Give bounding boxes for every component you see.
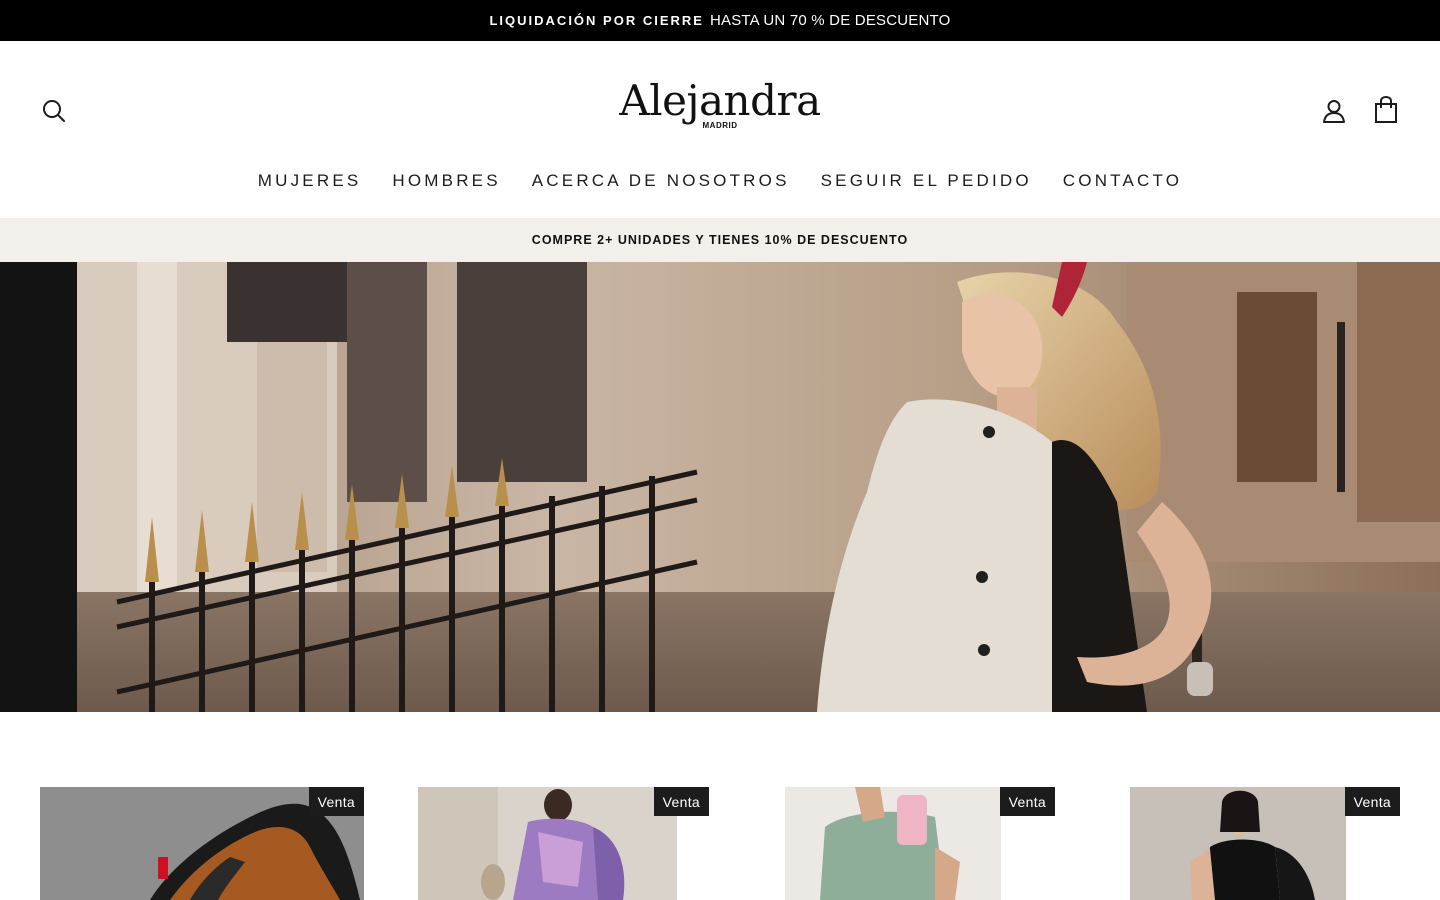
- cart-icon[interactable]: [1373, 95, 1399, 124]
- site-logo[interactable]: Alejandra MADRID: [600, 75, 840, 145]
- nav-item-mujeres[interactable]: MUJERES: [258, 167, 362, 195]
- announcement-bold-text: LIQUIDACIÓN POR CIERRE: [489, 13, 704, 28]
- product-grid: Venta Venta Venta Venta: [0, 787, 1440, 900]
- nav-item-seguir-el-pedido[interactable]: SEGUIR EL PEDIDO: [821, 167, 1032, 195]
- product-card[interactable]: Venta: [785, 787, 1055, 900]
- product-card[interactable]: Venta: [1130, 787, 1400, 900]
- sale-badge: Venta: [653, 787, 709, 816]
- nav-item-hombres[interactable]: HOMBRES: [392, 167, 500, 195]
- product-image-dress-black: [1130, 787, 1346, 900]
- sale-badge: Venta: [1344, 787, 1400, 816]
- announcement-text: HASTA UN 70 % DE DESCUENTO: [709, 12, 951, 29]
- product-card[interactable]: Venta: [40, 787, 364, 900]
- hero-banner[interactable]: [0, 262, 1440, 712]
- product-card[interactable]: Venta: [418, 787, 710, 900]
- product-image-dress-green: [785, 787, 1001, 900]
- site-header: Alejandra MADRID MUJERES HOMBRES ACERCA …: [0, 41, 1440, 218]
- sale-badge: Venta: [308, 787, 364, 816]
- product-image-dress-purple: [418, 787, 677, 900]
- search-icon[interactable]: [41, 98, 67, 124]
- logo-wordmark: Alejandra: [619, 76, 821, 125]
- hero-image: [77, 262, 1440, 712]
- nav-item-contacto[interactable]: CONTACTO: [1063, 167, 1182, 195]
- announcement-bar: LIQUIDACIÓN POR CIERRE HASTA UN 70 % DE …: [0, 0, 1440, 41]
- nav-item-acerca-de-nosotros[interactable]: ACERCA DE NOSOTROS: [532, 167, 790, 195]
- account-icon[interactable]: [1321, 98, 1347, 124]
- promo-banner: COMPRE 2+ UNIDADES Y TIENES 10% DE DESCU…: [0, 218, 1440, 262]
- promo-text: COMPRE 2+ UNIDADES Y TIENES 10% DE DESCU…: [531, 233, 909, 247]
- main-navigation: MUJERES HOMBRES ACERCA DE NOSOTROS SEGUI…: [0, 167, 1440, 195]
- sale-badge: Venta: [999, 787, 1055, 816]
